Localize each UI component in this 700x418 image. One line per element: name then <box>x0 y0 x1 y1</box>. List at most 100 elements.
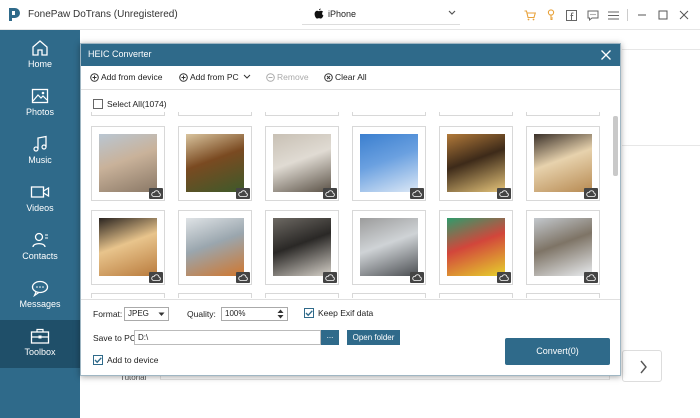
keep-exif-checkbox[interactable]: Keep Exif data <box>304 308 373 318</box>
checkmark-icon <box>94 357 102 364</box>
photo-thumbnail-partial[interactable] <box>178 293 252 298</box>
checkbox-box[interactable] <box>93 99 103 109</box>
photo-grid <box>81 112 620 298</box>
sidebar-item-photos[interactable]: Photos <box>0 80 80 128</box>
photo-thumbnail[interactable] <box>352 210 426 285</box>
stepper-arrows-icon[interactable] <box>277 309 284 319</box>
photo-thumbnail-partial[interactable] <box>265 293 339 298</box>
browse-button[interactable]: ... <box>321 330 339 345</box>
sidebar-item-label: Music <box>28 155 52 165</box>
cart-icon <box>524 9 536 20</box>
dialog-title: HEIC Converter <box>88 49 152 59</box>
chevron-down-icon <box>448 10 456 15</box>
sidebar-item-toolbox[interactable]: Toolbox <box>0 320 80 368</box>
photo-thumbnail[interactable] <box>265 126 339 201</box>
select-all-label: Select All(1074) <box>107 99 167 109</box>
photo-image <box>447 134 505 192</box>
cloud-icon <box>149 188 163 199</box>
chevron-down-icon <box>158 312 165 316</box>
photo-thumbnail-partial[interactable] <box>352 112 426 116</box>
converter-settings: Format: JPEG Quality: 100% Keep Exif dat… <box>81 299 620 375</box>
next-button[interactable] <box>622 350 662 382</box>
cloud-icon <box>323 188 337 199</box>
sidebar-item-label: Home <box>27 59 52 69</box>
scrollbar-thumb[interactable] <box>613 116 618 176</box>
cloud-icon <box>236 272 250 283</box>
photo-thumbnail-partial[interactable] <box>439 112 513 116</box>
title-bar-actions <box>519 0 700 30</box>
checkbox-box[interactable] <box>304 308 314 318</box>
photo-thumbnail[interactable] <box>526 126 600 201</box>
photo-thumbnail[interactable] <box>91 210 165 285</box>
menu-button[interactable] <box>603 0 624 30</box>
save-to-pc-label: Save to PC: <box>93 333 139 343</box>
photo-image <box>534 218 592 276</box>
photo-thumbnail[interactable] <box>526 210 600 285</box>
sidebar-item-home[interactable]: Home <box>0 32 80 80</box>
sidebar-item-messages[interactable]: Messages <box>0 272 80 320</box>
close-dialog-icon[interactable] <box>600 49 612 61</box>
clear-all-button[interactable]: Clear All <box>324 72 367 82</box>
cart-button[interactable] <box>519 0 540 30</box>
save-path-field[interactable]: D:\ <box>134 330 321 345</box>
photo-image <box>186 134 244 192</box>
maximize-icon <box>658 10 667 20</box>
app-title: FonePaw DoTrans (Unregistered) <box>28 9 178 20</box>
photo-thumbnail[interactable] <box>265 210 339 285</box>
photo-thumbnail-partial[interactable] <box>352 293 426 298</box>
minimize-button[interactable] <box>631 0 652 30</box>
add-to-device-checkbox[interactable]: Add to device <box>93 355 159 365</box>
add-from-pc-button[interactable]: Add from PC <box>179 72 253 82</box>
convert-button[interactable]: Convert(0) <box>505 338 610 365</box>
photo-image <box>360 134 418 192</box>
checkmark-icon <box>305 310 313 317</box>
sidebar-item-label: Videos <box>26 203 54 213</box>
cloud-icon <box>323 272 337 283</box>
key-button[interactable] <box>540 0 561 30</box>
feedback-button[interactable] <box>582 0 603 30</box>
facebook-button[interactable] <box>561 0 582 30</box>
format-select[interactable]: JPEG <box>124 307 169 321</box>
checkbox-box[interactable] <box>93 355 103 365</box>
photo-image <box>99 218 157 276</box>
minus-circle-icon <box>266 72 275 82</box>
photo-thumbnail-partial[interactable] <box>526 112 600 116</box>
select-all-checkbox[interactable]: Select All(1074) <box>93 99 167 109</box>
key-icon <box>547 9 554 21</box>
add-from-pc-label: Add from PC <box>190 72 239 82</box>
photo-thumbnail-partial[interactable] <box>178 112 252 116</box>
home-icon <box>32 40 48 56</box>
photo-thumbnail[interactable] <box>439 210 513 285</box>
remove-button[interactable]: Remove <box>266 72 309 82</box>
plus-circle-icon <box>90 72 99 82</box>
photo-thumbnail[interactable] <box>439 126 513 201</box>
photo-thumbnail-partial[interactable] <box>91 293 165 298</box>
open-folder-button[interactable]: Open folder <box>347 330 400 345</box>
cloud-icon <box>497 188 511 199</box>
video-icon <box>30 186 50 198</box>
photo-thumbnail[interactable] <box>178 210 252 285</box>
photo-thumbnail-partial[interactable] <box>526 293 600 298</box>
plus-circle-icon <box>179 72 188 82</box>
apple-icon <box>314 8 324 19</box>
sidebar-item-music[interactable]: Music <box>0 128 80 176</box>
quality-stepper[interactable]: 100% <box>221 307 288 321</box>
background-divider <box>622 49 700 50</box>
photo-thumbnail[interactable] <box>352 126 426 201</box>
sidebar-item-contacts[interactable]: Contacts <box>0 224 80 272</box>
sidebar-item-videos[interactable]: Videos <box>0 176 80 224</box>
photo-icon <box>31 88 49 104</box>
photo-image <box>447 218 505 276</box>
cloud-icon <box>149 272 163 283</box>
maximize-button[interactable] <box>652 0 673 30</box>
photo-thumbnail[interactable] <box>91 126 165 201</box>
photo-thumbnail-partial[interactable] <box>439 293 513 298</box>
photo-thumbnail-partial[interactable] <box>91 112 165 116</box>
add-to-device-label: Add to device <box>107 355 159 365</box>
photo-thumbnail-partial[interactable] <box>265 112 339 116</box>
device-selector[interactable]: iPhone <box>302 4 460 25</box>
add-from-device-button[interactable]: Add from device <box>90 72 162 82</box>
close-window-button[interactable] <box>673 0 694 30</box>
photo-image <box>186 218 244 276</box>
photo-thumbnail[interactable] <box>178 126 252 201</box>
